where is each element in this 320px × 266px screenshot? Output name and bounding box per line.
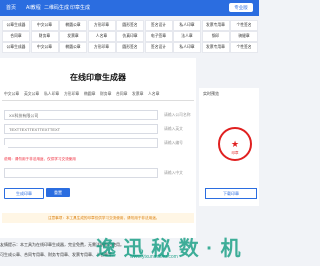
grid-cell[interactable]: 公章生成器 <box>2 42 30 53</box>
tab-chinese[interactable]: 中文公章 <box>4 92 19 97</box>
grid-cell[interactable]: 发票专用章 <box>201 42 230 53</box>
page-title: 在线印章生成器 <box>70 73 126 82</box>
usage-note: 说明：请勿用于非法用途，仅供学习交流使用 <box>4 157 76 161</box>
grid-cell[interactable]: 私人印章 <box>173 20 201 31</box>
grid-cell[interactable]: 合同章 <box>2 31 30 42</box>
grid-cell[interactable]: 圆形签名 <box>116 20 144 31</box>
number-input[interactable] <box>4 138 158 148</box>
company-name-hint: 请输入公司名称 <box>164 113 191 117</box>
grid-cell[interactable]: 财务章 <box>30 31 59 42</box>
grid-cell[interactable]: 中文公章 <box>30 20 59 31</box>
preview-title: 实时预览 <box>203 91 219 96</box>
nav-item-ai[interactable]: AI教程 <box>26 4 41 11</box>
chinese-text-input[interactable] <box>4 168 158 178</box>
grid-cell[interactable]: 个性签名 <box>230 42 258 53</box>
main-card <box>0 58 196 238</box>
pro-button[interactable]: 专业版 <box>229 3 253 12</box>
tab-square[interactable]: 方形印章 <box>64 92 79 97</box>
grid-cell[interactable]: 私人印章 <box>173 42 201 53</box>
stamp-preview: ★ 印章 <box>218 127 252 161</box>
grid-cell[interactable]: 方形印章 <box>87 42 116 53</box>
grid-cell[interactable]: 发票专用章 <box>201 20 230 31</box>
grid-cell[interactable]: 方形印章 <box>87 20 116 31</box>
grid-cell[interactable]: 人名章 <box>87 31 116 42</box>
english-text-input[interactable]: TEXTTEXTTEXTTEXTTEXT <box>4 124 158 134</box>
reset-button[interactable]: 重置 <box>46 188 70 197</box>
grid-cell[interactable]: 签名设计 <box>144 20 173 31</box>
grid-cell[interactable]: 中文公章 <box>30 42 59 53</box>
grid-cell[interactable]: 签名设计 <box>144 42 173 53</box>
notice-bar: 注意事项：本工具生成的印章仅供学习交流使用，请勿用于非法用途。 <box>2 213 194 223</box>
grid-cell[interactable]: 公章生成器 <box>2 20 30 31</box>
top-nav: 首页 AI教程 二维码生成 印章生成 专业版 <box>0 0 259 16</box>
grid-cell[interactable]: 钢印 <box>201 31 230 42</box>
nav-item-stamp[interactable]: 印章生成 <box>70 4 90 11</box>
tab-english[interactable]: 英文公章 <box>24 92 39 97</box>
spacer <box>4 145 8 155</box>
nav-item-qrcode[interactable]: 二维码生成 <box>44 4 69 11</box>
tab-invoice[interactable]: 发票章 <box>132 92 143 97</box>
grid-cell[interactable]: 发票章 <box>59 31 87 42</box>
generate-button[interactable]: 生成印章 <box>4 188 44 199</box>
tab-private[interactable]: 私人印章 <box>44 92 59 97</box>
tab-oval[interactable]: 椭圆章 <box>84 92 95 97</box>
tab-contract[interactable]: 合同章 <box>116 92 127 97</box>
grid-cell[interactable]: 法人章 <box>173 31 201 42</box>
grid-cell[interactable]: 仿真印章 <box>116 31 144 42</box>
stamp-label: 印章 <box>231 151 239 155</box>
star-icon: ★ <box>230 139 240 149</box>
download-button[interactable]: 下载印章 <box>205 188 257 199</box>
tab-person[interactable]: 人名章 <box>148 92 159 97</box>
grid-cell[interactable]: 个性签名 <box>230 20 258 31</box>
nav-item-home[interactable]: 首页 <box>6 4 16 11</box>
grid-cell[interactable]: 电子签章 <box>144 31 173 42</box>
grid-cell[interactable]: 圆形签名 <box>116 42 144 53</box>
grid-cell[interactable]: 椭圆公章 <box>59 42 87 53</box>
grid-cell[interactable]: 骑缝章 <box>230 31 258 42</box>
number-hint: 请输入编号 <box>164 141 183 145</box>
chinese-text-hint: 请输入中文 <box>164 171 183 175</box>
tab-finance[interactable]: 财务章 <box>100 92 111 97</box>
grid-cell[interactable]: 椭圆公章 <box>59 20 87 31</box>
stamp-type-tabs: 中文公章 英文公章 私人印章 方形印章 椭圆章 财务章 合同章 发票章 人名章 <box>2 90 194 101</box>
watermark-url: www.yixunmishu.com <box>130 254 178 260</box>
company-name-input[interactable]: XX科技有限公司 <box>4 110 158 120</box>
english-text-hint: 请输入英文 <box>164 127 183 131</box>
